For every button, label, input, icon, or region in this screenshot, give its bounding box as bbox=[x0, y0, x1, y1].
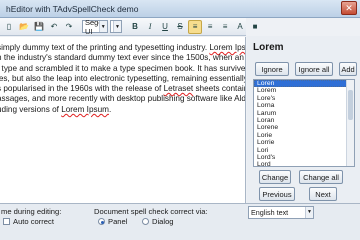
ignore-button[interactable]: Ignore bbox=[255, 62, 289, 76]
text-line: s popularised in the 1960s with the rele… bbox=[0, 84, 245, 94]
misspelled-text[interactable]: Lorem Ipsum bbox=[209, 43, 245, 52]
suggestion-item[interactable]: Loran bbox=[254, 117, 354, 124]
chevron-down-icon[interactable]: ▼ bbox=[98, 21, 107, 32]
suggestion-item[interactable]: Lorrie bbox=[254, 139, 354, 146]
text-line: uding versions of Lorem Ipsum. bbox=[0, 105, 240, 115]
strikeout-icon[interactable]: S bbox=[173, 20, 187, 34]
auto-correct-label: Auto correct bbox=[13, 217, 54, 226]
app-window: hEditor with TAdvSpellCheck demo ✕ ▯ 📂 💾 ↶ ↷… bbox=[0, 0, 360, 240]
text-line: simply dummy text of the printing and ty… bbox=[0, 43, 245, 53]
italic-icon[interactable]: I bbox=[143, 20, 157, 34]
close-button[interactable]: ✕ bbox=[341, 1, 357, 15]
redo-icon[interactable]: ↷ bbox=[62, 20, 76, 34]
text-run: uding versions of bbox=[0, 104, 62, 114]
suggestion-item[interactable]: Lorene bbox=[254, 124, 354, 131]
dialog-radio-label: Dialog bbox=[152, 217, 174, 226]
format-buttons: B I U S ≡ ≡ ≡ A ■ bbox=[128, 19, 262, 34]
suggestions-list[interactable]: Loren Lorem Lore's Lorna Larum Loran Lorene Lor… bbox=[253, 79, 355, 167]
underline-icon[interactable]: U bbox=[158, 20, 172, 34]
text-run: simply dummy text of the printing and ty… bbox=[0, 43, 210, 52]
text-line: n the industry's standard dummy text eve… bbox=[0, 53, 245, 63]
ignore-all-button[interactable]: Ignore all bbox=[295, 62, 333, 76]
spellcheck-panel: Lorem Ignore Ignore all Add Loren Lorem Lo… bbox=[247, 36, 360, 203]
text-run: s popularised in the 1960s with the rele… bbox=[0, 84, 164, 94]
misspelled-text[interactable]: Lorem Ipsum bbox=[61, 105, 109, 114]
text-run: assages, and more recently with desktop … bbox=[0, 94, 246, 104]
misspelled-word: Lorem bbox=[253, 42, 284, 53]
text-run: n the industry's standard dummy text eve… bbox=[0, 53, 245, 63]
save-icon[interactable]: 💾 bbox=[32, 20, 46, 34]
align-right-icon[interactable]: ≡ bbox=[218, 20, 232, 34]
auto-correct-checkbox[interactable] bbox=[3, 218, 10, 225]
new-document-icon[interactable]: ▯ bbox=[2, 20, 16, 34]
add-to-dictionary-button[interactable]: Add bbox=[339, 62, 357, 76]
text-line: assages, and more recently with desktop … bbox=[0, 94, 245, 104]
panel-radio[interactable] bbox=[98, 218, 105, 225]
suggestions-items: Loren Lorem Lore's Lorna Larum Loran Lorene Lor… bbox=[254, 80, 354, 166]
suggestion-item[interactable]: Lorie bbox=[254, 132, 354, 139]
scrollbar-thumb[interactable] bbox=[348, 90, 353, 120]
title-bar: hEditor with TAdvSpellCheck demo ✕ bbox=[0, 0, 360, 18]
suggestion-item[interactable]: Lorna bbox=[254, 102, 354, 109]
background-color-icon[interactable]: ■ bbox=[248, 20, 262, 34]
suggestion-item[interactable]: Lord bbox=[254, 161, 354, 166]
language-value: English text bbox=[251, 208, 289, 217]
document-check-label: Document spell check correct via: bbox=[94, 207, 208, 216]
text-run: . bbox=[108, 104, 112, 114]
text-run: sheets containing bbox=[195, 84, 245, 94]
panel-radio-label: Panel bbox=[108, 217, 128, 226]
previous-button[interactable]: Previous bbox=[259, 187, 295, 201]
change-all-button[interactable]: Change all bbox=[299, 170, 343, 184]
text-run: ies, but also the leap into electronic t… bbox=[0, 73, 246, 83]
suggestion-item[interactable]: Larum bbox=[254, 110, 354, 117]
during-editing-label: me during editing: bbox=[1, 207, 62, 216]
undo-icon[interactable]: ↶ bbox=[47, 20, 61, 34]
suggestion-item[interactable]: Lorem bbox=[254, 87, 354, 94]
next-button[interactable]: Next bbox=[309, 187, 337, 201]
formatting-toolbar: ▯📂💾↶↷ Segoe UI ▼ 10 ▼ BIUS≡≡≡A■ bbox=[0, 18, 257, 36]
rich-text-editor[interactable]: simply dummy text of the printing and ty… bbox=[0, 37, 246, 203]
font-combobox[interactable]: Segoe UI ▼ bbox=[82, 18, 108, 36]
text-line: f type and scrambled it to make a type s… bbox=[0, 64, 245, 74]
chevron-down-icon[interactable]: ▼ bbox=[305, 207, 313, 218]
chevron-down-icon[interactable]: ▼ bbox=[113, 21, 122, 32]
align-left-icon[interactable]: ≡ bbox=[188, 19, 203, 34]
text-line: ies, but also the leap into electronic t… bbox=[0, 74, 245, 84]
suggestion-item[interactable]: Loren bbox=[254, 80, 354, 88]
list-scrollbar[interactable] bbox=[346, 80, 354, 166]
change-button[interactable]: Change bbox=[259, 170, 291, 184]
language-combobox[interactable]: English text ▼ bbox=[248, 206, 314, 219]
text-color-icon[interactable]: A bbox=[233, 20, 247, 34]
font-size-combobox[interactable]: 10 ▼ bbox=[109, 20, 123, 33]
suggestion-item[interactable]: Lori bbox=[254, 147, 354, 154]
suggestion-item[interactable]: Lord's bbox=[254, 154, 354, 161]
align-center-icon[interactable]: ≡ bbox=[203, 20, 217, 34]
dialog-radio[interactable] bbox=[142, 218, 149, 225]
file-buttons: ▯ 📂 💾 ↶ ↷ bbox=[2, 20, 76, 34]
misspelled-text[interactable]: Letraset bbox=[164, 84, 194, 93]
bold-icon[interactable]: B bbox=[128, 20, 142, 34]
window-title: hEditor with TAdvSpellCheck demo bbox=[6, 3, 139, 14]
suggestion-item[interactable]: Lore's bbox=[254, 95, 354, 102]
text-run: f type and scrambled it to make a type s… bbox=[0, 63, 246, 73]
open-icon[interactable]: 📂 bbox=[17, 20, 31, 34]
